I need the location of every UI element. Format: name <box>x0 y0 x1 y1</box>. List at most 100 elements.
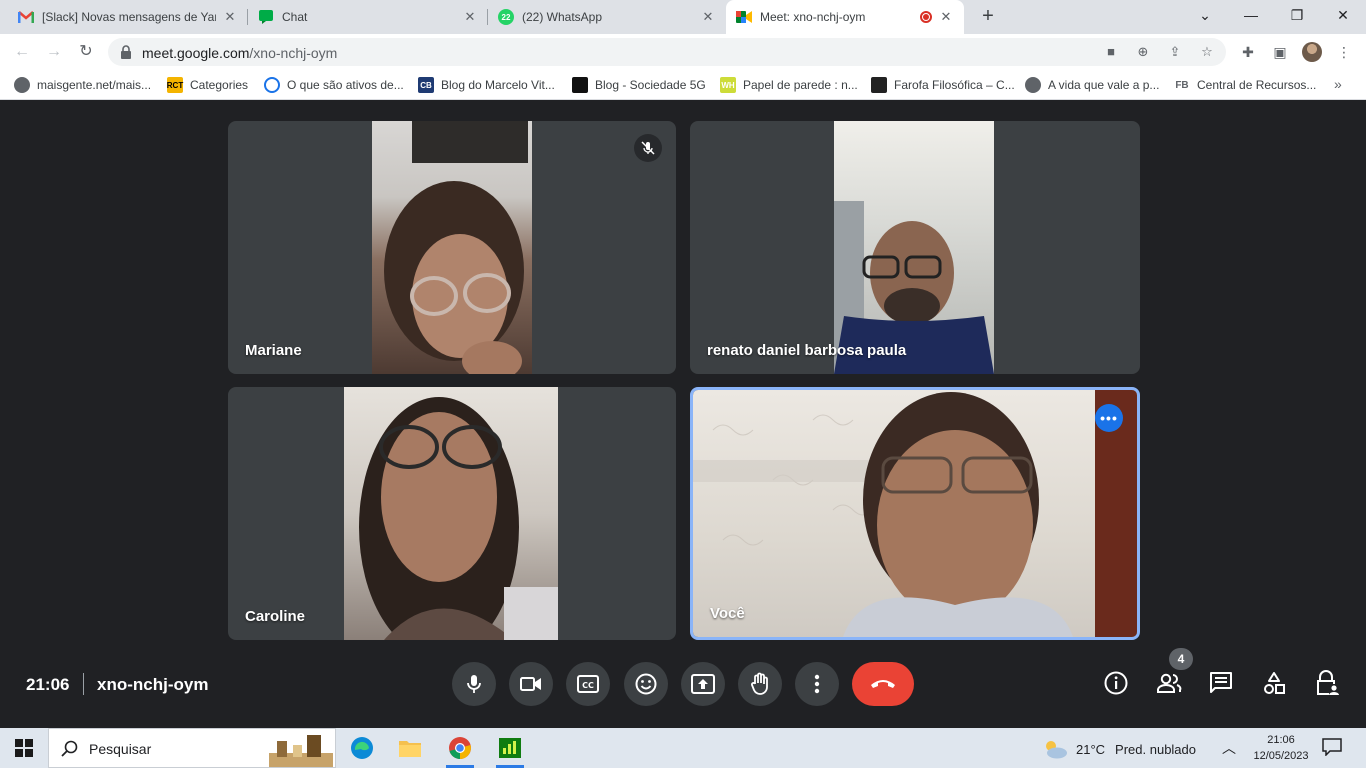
windows-icon <box>15 739 33 757</box>
taskbar-chrome[interactable] <box>438 732 482 768</box>
close-tab-icon[interactable]: ✕ <box>462 9 478 25</box>
taskbar-edge[interactable] <box>340 732 384 764</box>
bookmark-item[interactable]: O que são ativos de... <box>264 76 404 94</box>
svg-text:CC: CC <box>582 681 594 690</box>
meet-icon <box>736 9 752 25</box>
closed-captions-icon: CC <box>577 675 599 693</box>
list-icon <box>264 77 280 93</box>
camera-button[interactable] <box>509 662 553 706</box>
present-screen-button[interactable] <box>681 662 725 706</box>
participant-tile[interactable]: Caroline <box>228 387 676 640</box>
weather-condition: Pred. nublado <box>1115 741 1196 757</box>
present-screen-icon <box>691 674 715 694</box>
close-tab-icon[interactable]: ✕ <box>938 9 954 25</box>
close-tab-icon[interactable]: ✕ <box>222 9 238 25</box>
activities-button[interactable] <box>1260 669 1288 697</box>
hang-up-icon <box>871 680 895 688</box>
bookmark-star-icon[interactable]: ☆ <box>1198 44 1216 60</box>
tab-chat[interactable]: Chat ✕ <box>248 0 488 34</box>
taskbar-app[interactable] <box>488 732 532 768</box>
tray-time: 21:06 <box>1267 734 1295 746</box>
profile-avatar[interactable] <box>1302 42 1322 62</box>
tab-search-icon[interactable]: ⌄ <box>1182 0 1228 34</box>
folder-icon <box>399 741 421 757</box>
bookmark-item[interactable]: Farofa Filosófica – C... <box>871 76 1015 94</box>
blog-icon <box>572 77 588 93</box>
info-icon <box>1104 671 1128 695</box>
bookmark-item[interactable]: CB Blog do Marcelo Vit... <box>418 76 555 94</box>
side-panel-icon[interactable]: ▣ <box>1270 42 1290 62</box>
search-highlight-image <box>269 735 333 767</box>
tab-gmail[interactable]: [Slack] Novas mensagens de Yan ✕ <box>8 0 248 34</box>
leave-call-button[interactable] <box>852 662 914 706</box>
address-bar[interactable]: meet.google.com/xno-nchj-oym ■ ⊕ ⇪ ☆ <box>108 38 1226 66</box>
tab-title: Chat <box>282 10 308 24</box>
show-everyone-button[interactable] <box>1155 669 1183 697</box>
chat-icon <box>1210 672 1232 693</box>
more-bookmarks-icon[interactable]: » <box>1334 76 1342 92</box>
minimize-button[interactable]: — <box>1228 0 1274 34</box>
new-tab-button[interactable]: + <box>976 5 1000 29</box>
google-chat-icon <box>258 9 274 25</box>
bookmark-item[interactable]: RCT Categories <box>167 76 248 94</box>
back-button[interactable]: ← <box>10 40 34 64</box>
notifications-icon[interactable] <box>1322 738 1342 761</box>
tab-whatsapp[interactable]: 22 (22) WhatsApp ✕ <box>488 0 726 34</box>
self-tile[interactable]: ••• Você <box>690 387 1140 640</box>
camera-icon[interactable]: ■ <box>1102 44 1120 60</box>
bookmark-item[interactable]: FB Central de Recursos... <box>1174 76 1316 94</box>
bookmark-item[interactable]: Blog - Sociedade 5G <box>572 76 706 94</box>
tray-clock[interactable]: 21:06 12/05/2023 <box>1248 732 1314 764</box>
chrome-menu-icon[interactable]: ⋮ <box>1334 42 1354 62</box>
tray-date: 12/05/2023 <box>1253 750 1309 762</box>
participant-tile[interactable]: Mariane <box>228 121 676 374</box>
share-icon[interactable]: ⇪ <box>1166 44 1184 60</box>
lock-person-icon <box>1317 670 1339 695</box>
bookmark-item[interactable]: maisgente.net/mais... <box>14 76 151 94</box>
url-text: meet.google.com/xno-nchj-oym <box>142 45 338 61</box>
bookmark-item[interactable]: WH Papel de parede : n... <box>720 76 858 94</box>
participant-name: Você <box>710 605 745 622</box>
start-button[interactable] <box>2 732 46 764</box>
emoji-icon <box>635 673 657 695</box>
extensions-icon[interactable]: ✚ <box>1238 42 1258 62</box>
microphone-icon <box>467 675 481 693</box>
close-tab-icon[interactable]: ✕ <box>700 9 716 25</box>
bookmark-item[interactable]: A vida que vale a p... <box>1025 76 1159 94</box>
meeting-details-button[interactable] <box>1102 669 1130 697</box>
forward-button[interactable]: → <box>42 40 66 64</box>
close-window-button[interactable]: ✕ <box>1320 0 1366 34</box>
chat-button[interactable] <box>1207 669 1235 697</box>
taskbar-search[interactable]: Pesquisar <box>48 728 336 768</box>
chart-app-icon <box>499 738 521 758</box>
taskbar-file-explorer[interactable] <box>388 732 432 764</box>
reactions-button[interactable] <box>624 662 668 706</box>
participant-video <box>693 390 1137 637</box>
restore-button[interactable]: ❐ <box>1274 0 1320 34</box>
tab-title: [Slack] Novas mensagens de Yan <box>42 10 216 24</box>
raise-hand-button[interactable] <box>738 662 782 706</box>
chevron-up-icon[interactable]: ︿ <box>1222 738 1236 758</box>
more-options-icon[interactable]: ••• <box>1095 404 1123 432</box>
lock-icon[interactable] <box>120 44 132 60</box>
more-options-button[interactable] <box>795 662 839 706</box>
participant-name: renato daniel barbosa paula <box>707 342 907 359</box>
reload-button[interactable]: ↻ <box>74 40 98 64</box>
participant-name: Mariane <box>245 342 302 359</box>
weather-temperature: 21°C <box>1076 741 1106 757</box>
rct-icon: RCT <box>167 77 183 93</box>
weather-widget[interactable]: 21°C Pred. nublado <box>1042 738 1196 760</box>
tab-strip: [Slack] Novas mensagens de Yan ✕ Chat ✕ … <box>0 0 1366 34</box>
meeting-code: xno-nchj-oym <box>97 675 209 694</box>
participant-tile[interactable]: renato daniel barbosa paula <box>690 121 1140 374</box>
video-camera-icon <box>520 677 541 691</box>
windows-taskbar: Pesquisar 21°C Pred. nublado ︿ 21:06 12/… <box>0 728 1366 768</box>
tab-meet[interactable]: Meet: xno-nchj-oym ✕ <box>726 0 964 34</box>
search-icon <box>61 740 78 757</box>
host-controls-button[interactable] <box>1313 669 1341 697</box>
participant-video <box>372 121 532 374</box>
zoom-icon[interactable]: ⊕ <box>1134 44 1152 60</box>
recording-icon <box>920 11 932 23</box>
microphone-button[interactable] <box>452 662 496 706</box>
captions-button[interactable]: CC <box>566 662 610 706</box>
